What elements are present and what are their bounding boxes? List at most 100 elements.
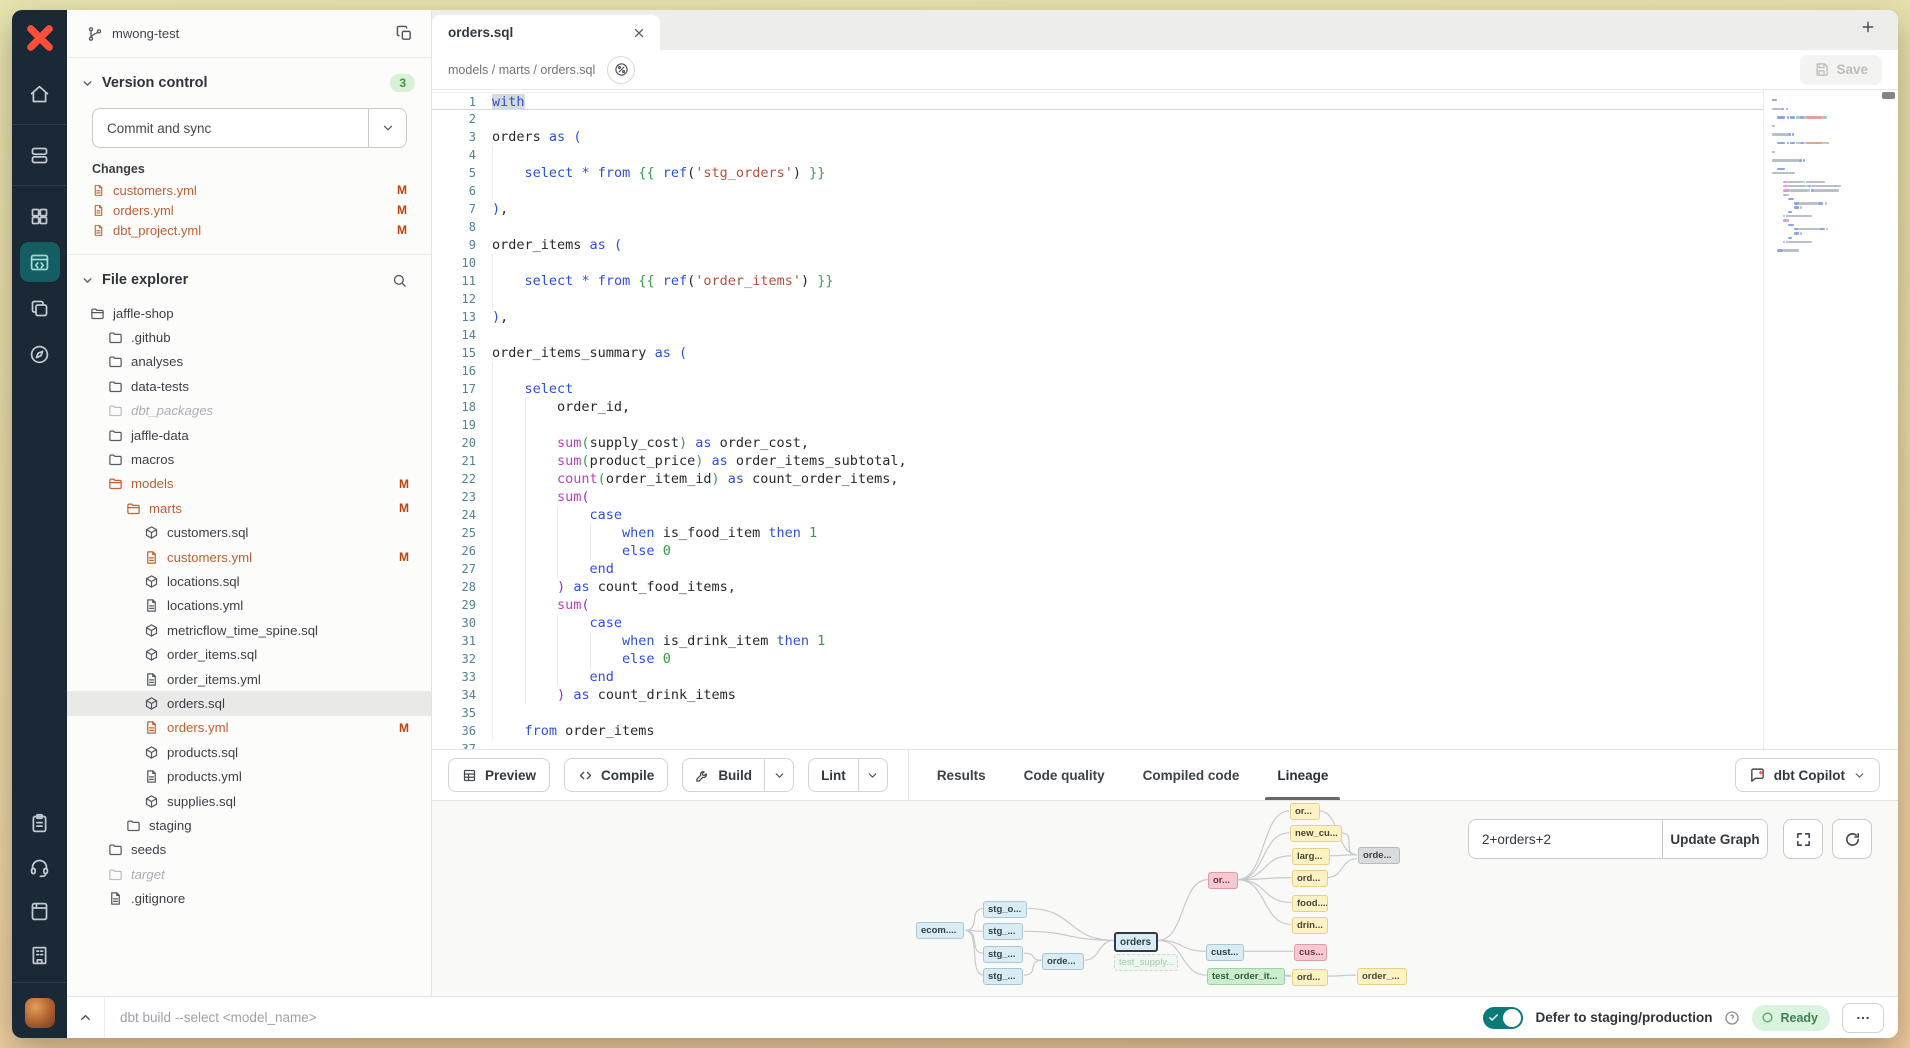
- file-tree-item-metricflow_time_spine.sql[interactable]: metricflow_time_spine.sql: [67, 618, 431, 642]
- lineage-node-cust[interactable]: cust...: [1206, 944, 1244, 961]
- code-line-6[interactable]: 6: [432, 182, 1763, 200]
- code-line-32[interactable]: 32 else 0: [432, 650, 1763, 668]
- refresh-button[interactable]: [1832, 819, 1872, 859]
- lineage-node-food[interactable]: food....: [1292, 895, 1328, 912]
- rail-item-support[interactable]: [20, 847, 60, 887]
- code-line-16[interactable]: 16: [432, 362, 1763, 380]
- file-tree-item-jaffle-data[interactable]: jaffle-data: [67, 423, 431, 447]
- dbt-logo-icon[interactable]: [21, 19, 59, 57]
- defer-toggle[interactable]: [1483, 1007, 1523, 1029]
- code-line-10[interactable]: 10: [432, 254, 1763, 272]
- code-line-5[interactable]: 5 select * from {{ ref('stg_orders') }}: [432, 164, 1763, 182]
- search-icon[interactable]: [392, 273, 407, 288]
- lineage-node-or[interactable]: or...: [1208, 872, 1238, 889]
- file-tree-item-seeds[interactable]: seeds: [67, 838, 431, 862]
- lineage-node-stg_o[interactable]: stg_o...: [983, 901, 1027, 918]
- code-line-33[interactable]: 33 end: [432, 668, 1763, 686]
- changed-file-orders.yml[interactable]: orders.ymlM: [67, 200, 431, 220]
- code-line-4[interactable]: 4: [432, 146, 1763, 164]
- code-line-17[interactable]: 17 select: [432, 380, 1763, 398]
- rail-item-deploy[interactable]: [20, 135, 60, 175]
- lint-options-dropdown[interactable]: [858, 759, 887, 791]
- fullscreen-button[interactable]: [1783, 819, 1823, 859]
- code-line-9[interactable]: 9order_items as (: [432, 236, 1763, 254]
- file-tree-item-order_items.yml[interactable]: order_items.yml: [67, 667, 431, 691]
- update-graph-button[interactable]: Update Graph: [1662, 820, 1767, 858]
- rail-item-docs[interactable]: [20, 891, 60, 931]
- file-tree-item-macros[interactable]: macros: [67, 447, 431, 471]
- tab-lineage[interactable]: Lineage: [1275, 750, 1330, 800]
- build-button[interactable]: Build: [683, 759, 764, 791]
- code-line-11[interactable]: 11 select * from {{ ref('order_items') }…: [432, 272, 1763, 290]
- file-tree-item-target[interactable]: target: [67, 862, 431, 886]
- editor-minimap[interactable]: [1763, 90, 1898, 749]
- preview-button[interactable]: Preview: [448, 758, 550, 792]
- file-tree-item-dbt_packages[interactable]: dbt_packages: [67, 399, 431, 423]
- version-control-header[interactable]: Version control 3: [67, 66, 431, 100]
- code-line-29[interactable]: 29 sum(: [432, 596, 1763, 614]
- code-line-30[interactable]: 30 case: [432, 614, 1763, 632]
- code-line-13[interactable]: 13),: [432, 308, 1763, 326]
- rail-item-home[interactable]: [20, 74, 60, 114]
- tab-code-quality[interactable]: Code quality: [1022, 750, 1107, 800]
- code-line-1[interactable]: 1with: [432, 92, 1763, 110]
- lineage-node-new_cu[interactable]: new_cu...: [1290, 825, 1342, 842]
- file-tree-item-order_items.sql[interactable]: order_items.sql: [67, 642, 431, 666]
- lineage-node-orde[interactable]: orde...: [1042, 953, 1084, 970]
- file-tree-item-data-tests[interactable]: data-tests: [67, 374, 431, 398]
- lineage-node-drin[interactable]: drin...: [1292, 917, 1328, 934]
- file-tree-item-marts[interactable]: martsM: [67, 496, 431, 520]
- lineage-node-ord[interactable]: ord...: [1292, 969, 1328, 986]
- code-line-2[interactable]: 2: [432, 110, 1763, 128]
- file-tree-item-locations.yml[interactable]: locations.yml: [67, 594, 431, 618]
- dbt-copilot-button[interactable]: dbt Copilot: [1735, 758, 1880, 792]
- file-tree-item-.github[interactable]: .github: [67, 325, 431, 349]
- code-line-35[interactable]: 35: [432, 704, 1763, 722]
- code-line-20[interactable]: 20 sum(supply_cost) as order_cost,: [432, 434, 1763, 452]
- code-line-8[interactable]: 8: [432, 218, 1763, 236]
- command-input-placeholder[interactable]: dbt build --select <model_name>: [120, 1010, 317, 1025]
- lineage-node-test_supply[interactable]: test_supply...: [1114, 954, 1178, 971]
- lineage-node-orde[interactable]: orde...: [1358, 847, 1400, 864]
- lineage-node-ecom[interactable]: ecom....: [916, 922, 964, 939]
- file-tree-item-staging[interactable]: staging: [67, 813, 431, 837]
- commit-options-dropdown[interactable]: [368, 109, 406, 147]
- lineage-node-or[interactable]: or...: [1290, 803, 1320, 820]
- tab-results[interactable]: Results: [935, 750, 988, 800]
- expand-command-bar-button[interactable]: [67, 997, 105, 1038]
- rail-item-tasks[interactable]: [20, 803, 60, 843]
- code-editor[interactable]: 1with23orders as (45 select * from {{ re…: [432, 90, 1898, 749]
- lineage-node-cus[interactable]: cus...: [1294, 944, 1327, 961]
- code-line-34[interactable]: 34 ) as count_drink_items: [432, 686, 1763, 704]
- user-avatar[interactable]: [25, 998, 55, 1028]
- file-tree-item-orders.yml[interactable]: orders.ymlM: [67, 716, 431, 740]
- code-line-22[interactable]: 22 count(order_item_id) as count_order_i…: [432, 470, 1763, 488]
- rail-item-develop[interactable]: [20, 242, 60, 282]
- file-tree-item-locations.sql[interactable]: locations.sql: [67, 569, 431, 593]
- code-line-12[interactable]: 12: [432, 290, 1763, 308]
- lineage-node-stg_[interactable]: stg_...: [983, 968, 1023, 985]
- file-tree-item-jaffle-shop[interactable]: jaffle-shop: [67, 301, 431, 325]
- info-icon[interactable]: [1724, 1010, 1740, 1026]
- file-tree-item-products.sql[interactable]: products.sql: [67, 740, 431, 764]
- code-line-27[interactable]: 27 end: [432, 560, 1763, 578]
- code-line-18[interactable]: 18 order_id,: [432, 398, 1763, 416]
- file-tree-item-products.yml[interactable]: products.yml: [67, 764, 431, 788]
- lineage-filter-input[interactable]: [1469, 820, 1662, 858]
- code-line-26[interactable]: 26 else 0: [432, 542, 1763, 560]
- changed-file-customers.yml[interactable]: customers.ymlM: [67, 180, 431, 200]
- lint-button[interactable]: Lint: [809, 759, 858, 791]
- build-options-dropdown[interactable]: [764, 759, 793, 791]
- lineage-node-stg_[interactable]: stg_...: [983, 923, 1023, 940]
- code-line-37[interactable]: 37: [432, 740, 1763, 749]
- file-tree-item-customers.yml[interactable]: customers.ymlM: [67, 545, 431, 569]
- code-line-31[interactable]: 31 when is_drink_item then 1: [432, 632, 1763, 650]
- lineage-node-ord[interactable]: ord...: [1292, 870, 1328, 887]
- code-line-25[interactable]: 25 when is_food_item then 1: [432, 524, 1763, 542]
- commit-and-sync-button[interactable]: Commit and sync: [92, 108, 407, 148]
- close-tab-icon[interactable]: [632, 26, 646, 40]
- rail-item-projects[interactable]: [20, 288, 60, 328]
- code-line-24[interactable]: 24 case: [432, 506, 1763, 524]
- code-line-28[interactable]: 28 ) as count_food_items,: [432, 578, 1763, 596]
- file-tree-item-orders.sql[interactable]: orders.sql: [67, 691, 431, 715]
